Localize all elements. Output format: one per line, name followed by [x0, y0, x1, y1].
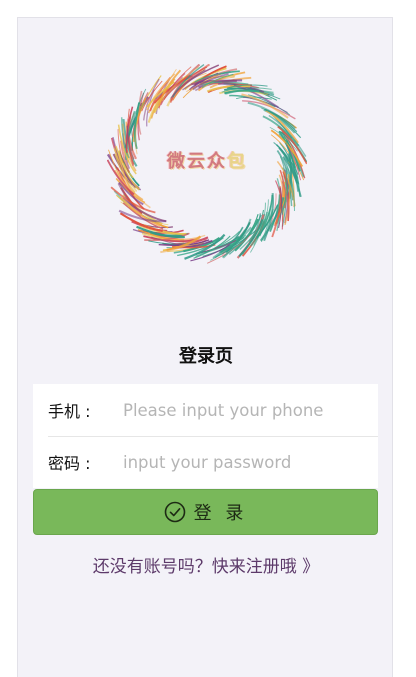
- login-button[interactable]: 登 录: [33, 489, 378, 535]
- phone-input[interactable]: [123, 400, 378, 420]
- password-row: 密码 :: [33, 436, 378, 488]
- password-label: 密码 :: [48, 454, 91, 473]
- password-input[interactable]: [123, 452, 378, 472]
- page-title: 登录页: [179, 346, 233, 367]
- login-page: 微云众包 登录页 手机 : 密码 : 登 录 还没有账号吗？快来注册哦 》: [17, 17, 393, 677]
- login-button-label: 登 录: [193, 503, 248, 524]
- logo-text-last: 包: [227, 151, 247, 172]
- login-form: 手机 : 密码 :: [33, 384, 378, 488]
- logo-text: 微云众包: [107, 147, 307, 173]
- phone-label: 手机 :: [48, 402, 91, 421]
- register-link[interactable]: 还没有账号吗？快来注册哦 》: [18, 552, 394, 577]
- check-circle-icon: [164, 501, 186, 523]
- app-logo: 微云众包: [107, 64, 307, 264]
- phone-row: 手机 :: [33, 384, 378, 436]
- logo-text-main: 微云众: [167, 151, 227, 172]
